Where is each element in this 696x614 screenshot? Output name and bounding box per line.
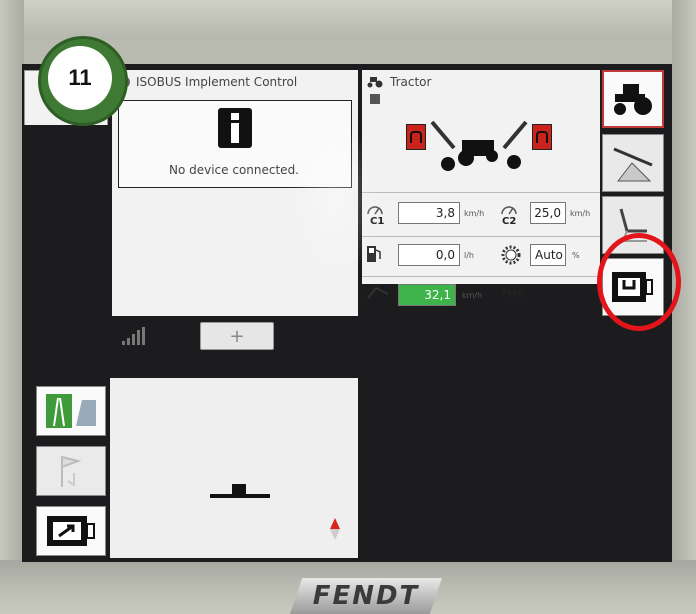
auto-unit: % — [572, 251, 580, 260]
guidance-view-icon — [46, 394, 96, 428]
c2-speed-field[interactable]: 25,0 — [530, 202, 566, 224]
tractor-title-row: Tractor — [366, 72, 431, 92]
pedal-icon — [367, 286, 389, 299]
tms-speed-field[interactable]: 32,1 — [398, 284, 456, 306]
terminal-fullscreen-tab[interactable] — [36, 506, 106, 556]
fuel-rate-value: 0,0 — [435, 248, 455, 262]
save-icon — [370, 94, 380, 104]
isobus-title-row: ISOBUS Implement Control — [118, 72, 297, 92]
c2-speed-value: 25,0 — [534, 206, 561, 220]
tractor-tab[interactable] — [602, 70, 664, 128]
tms-unit: km/h — [462, 291, 483, 300]
terminal-bezel-right — [672, 0, 696, 614]
c1-speed-field[interactable]: 3,8 — [398, 202, 460, 224]
compass-icon — [330, 518, 340, 540]
c1-unit: km/h — [464, 209, 485, 218]
tractor-title: Tractor — [390, 75, 432, 89]
divider — [362, 192, 600, 193]
divider — [362, 276, 600, 277]
terminal-bezel-top — [0, 0, 696, 40]
add-button[interactable]: + — [200, 322, 274, 350]
rear-hitch-lock-icon[interactable] — [532, 124, 552, 150]
terminal-fullscreen-icon — [47, 516, 95, 546]
c2-unit: km/h — [570, 209, 591, 218]
tractor-small-icon — [367, 77, 383, 88]
signal-strength-icon — [122, 327, 145, 345]
auto-field[interactable]: Auto — [530, 244, 566, 266]
screen-glare — [290, 120, 380, 280]
guidance-map-panel — [110, 378, 358, 558]
auto-gear-icon — [501, 245, 521, 265]
isobus-title: ISOBUS Implement Control — [136, 75, 298, 89]
turn-sequence-icon — [61, 455, 82, 487]
vehicle-marker-icon — [232, 484, 246, 496]
info-icon — [218, 108, 252, 148]
highlight-circle — [597, 233, 681, 331]
tms-label: TMS — [500, 289, 524, 300]
step-number: 11 — [48, 46, 112, 110]
tractor-icon — [614, 84, 652, 115]
turn-sequence-tab[interactable] — [36, 446, 106, 496]
fuel-rate-field[interactable]: 0,0 — [398, 244, 460, 266]
fuel-rate-unit: l/h — [464, 251, 474, 260]
cruise-speed-icon — [501, 206, 517, 215]
sprayer-tab[interactable] — [602, 134, 664, 192]
sprayer-icon — [613, 147, 653, 182]
c2-label: C2 — [502, 216, 517, 227]
front-hitch-lock-icon[interactable] — [406, 124, 426, 150]
guidance-view-tab[interactable] — [36, 386, 106, 436]
divider — [362, 236, 600, 237]
terminal-bezel-left — [0, 0, 24, 614]
c1-speed-value: 3,8 — [435, 206, 455, 220]
fendt-logo: FENDT — [290, 578, 442, 614]
auto-value: Auto — [535, 248, 563, 262]
tms-speed-value: 32,1 — [424, 288, 451, 302]
